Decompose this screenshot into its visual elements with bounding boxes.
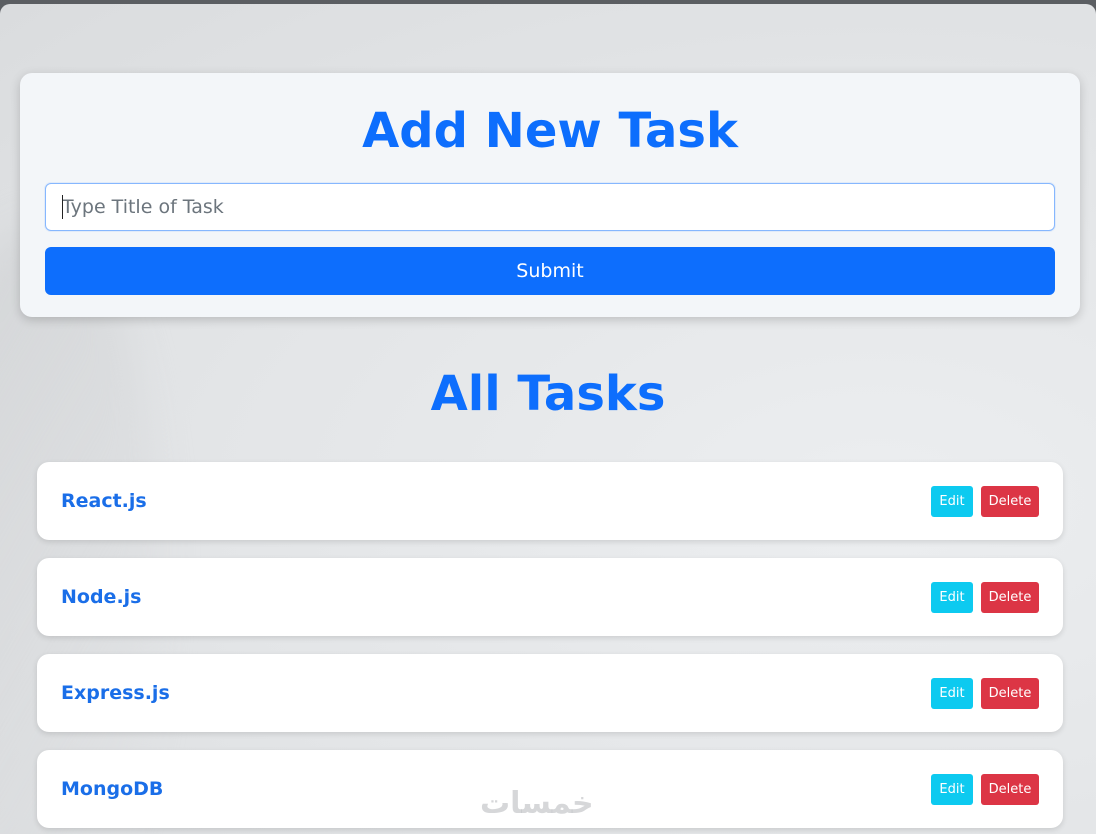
delete-button[interactable]: Delete — [981, 581, 1039, 613]
task-title: React.js — [61, 490, 147, 512]
delete-button[interactable]: Delete — [981, 773, 1039, 805]
watermark-logo: خمسات — [480, 786, 594, 821]
tasks-heading: All Tasks — [430, 366, 666, 422]
submit-button[interactable]: Submit — [45, 247, 1055, 295]
delete-button[interactable]: Delete — [981, 485, 1039, 517]
task-item: Express.js Edit Delete — [37, 654, 1063, 732]
task-actions: Edit Delete — [931, 485, 1039, 517]
task-title: Node.js — [61, 586, 142, 608]
task-title: MongoDB — [61, 778, 164, 800]
edit-button[interactable]: Edit — [931, 773, 973, 805]
task-title-input[interactable] — [45, 183, 1055, 231]
form-title: Add New Task — [362, 103, 738, 159]
task-list: React.js Edit Delete Node.js Edit Delete… — [37, 462, 1063, 834]
task-item: React.js Edit Delete — [37, 462, 1063, 540]
edit-button[interactable]: Edit — [931, 485, 973, 517]
task-title: Express.js — [61, 682, 170, 704]
edit-button[interactable]: Edit — [931, 581, 973, 613]
task-actions: Edit Delete — [931, 581, 1039, 613]
task-actions: Edit Delete — [931, 773, 1039, 805]
task-item: Node.js Edit Delete — [37, 558, 1063, 636]
page: Add New Task Submit All Tasks React.js E… — [0, 4, 1096, 834]
add-task-form: Add New Task Submit — [20, 73, 1080, 317]
task-actions: Edit Delete — [931, 677, 1039, 709]
delete-button[interactable]: Delete — [981, 677, 1039, 709]
edit-button[interactable]: Edit — [931, 677, 973, 709]
text-caret — [62, 195, 63, 219]
